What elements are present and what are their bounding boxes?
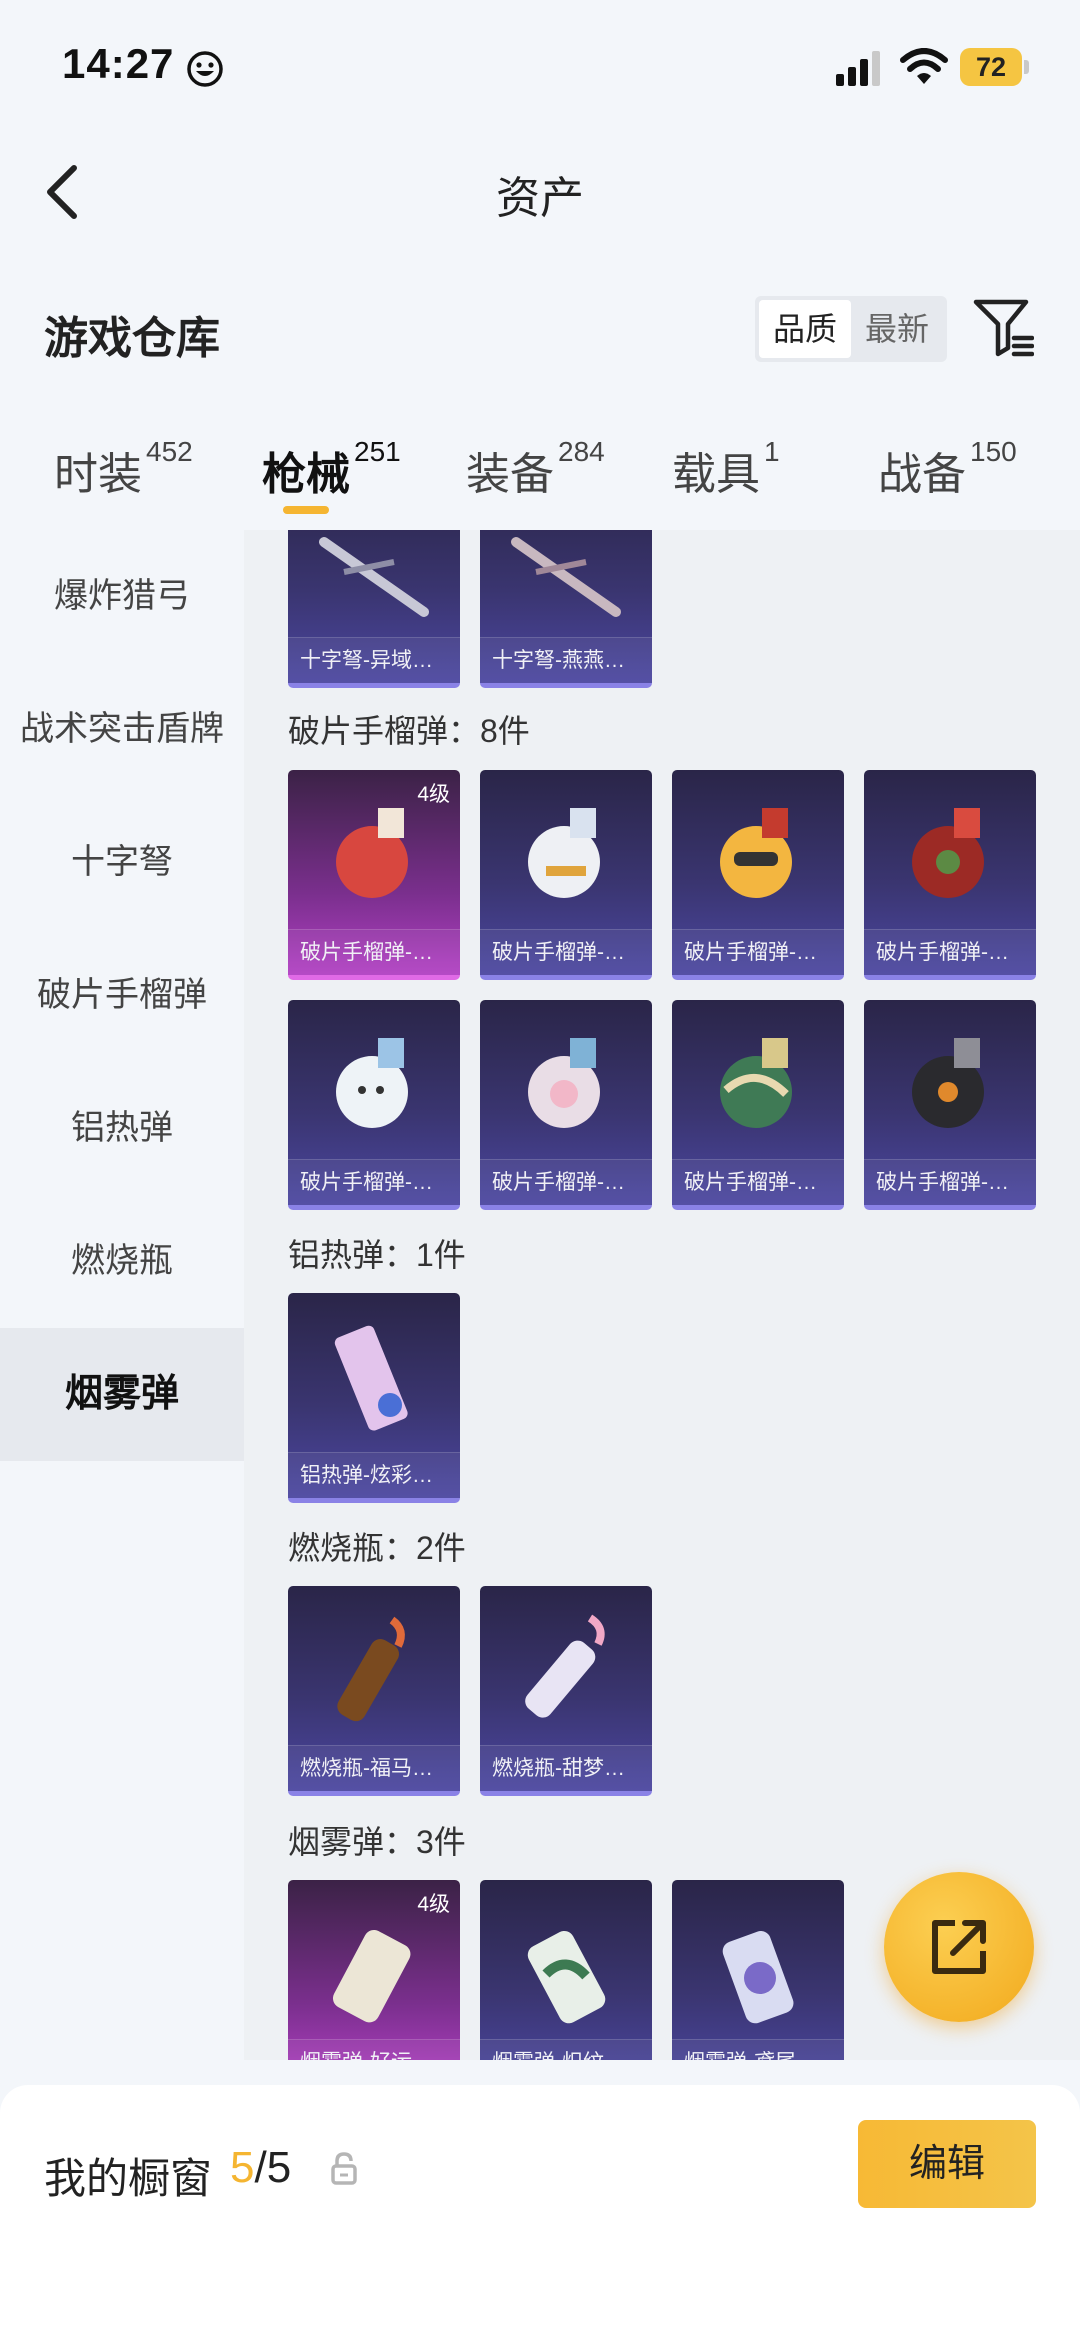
item-label: 破片手榴弹-…: [288, 1159, 460, 1205]
share-icon: [932, 1920, 986, 1974]
tab-vehicles[interactable]: 载具 1: [672, 436, 780, 502]
item-label: 铝热弹-炫彩…: [288, 1452, 460, 1498]
item-label: 破片手榴弹-…: [480, 1159, 652, 1205]
item-label: 破片手榴弹-…: [480, 929, 652, 975]
item-card[interactable]: 铝热弹-炫彩…: [288, 1293, 460, 1503]
group-title-smoke: 烟雾弹：3件: [288, 1824, 466, 1860]
tab-firearms[interactable]: 枪械 251: [262, 436, 401, 502]
item-label: 破片手榴弹-…: [864, 1159, 1036, 1205]
signal-icon: [836, 51, 880, 86]
category-tabs: 时装 452 枪械 251 装备 284 载具 1 战备 150: [0, 420, 1080, 530]
grenade-art-icon: [912, 808, 984, 898]
sidebar-item-crossbow[interactable]: 十字弩: [0, 796, 244, 929]
filter-icon[interactable]: [972, 298, 1034, 358]
item-label: 破片手榴弹-…: [672, 1159, 844, 1205]
sidebar-item-smoke[interactable]: 烟雾弹: [0, 1328, 244, 1461]
sidebar-item-frag[interactable]: 破片手榴弹: [0, 929, 244, 1062]
crossbow-art-icon: [319, 537, 429, 617]
showcase-current: 5: [230, 2143, 255, 2192]
tab-equipment[interactable]: 装备 284: [466, 436, 605, 502]
showcase-label: 我的橱窗: [44, 2155, 213, 2202]
item-card[interactable]: 破片手榴弹-…: [672, 1000, 844, 1210]
grenade-art-icon: [912, 1038, 984, 1128]
item-card[interactable]: 4级 破片手榴弹-…: [288, 770, 460, 980]
item-label: 十字弩-异域…: [288, 637, 460, 683]
wifi-icon: [900, 48, 948, 84]
sort-latest-button[interactable]: 最新: [851, 300, 943, 358]
item-card[interactable]: 烟雾弹-鸢尾…: [672, 1880, 844, 2060]
nav-bar: 资产: [0, 130, 1080, 250]
sidebar-item-molotov[interactable]: 燃烧瓶: [0, 1195, 244, 1328]
item-grid: 十字弩-异域… 十字弩-燕燕… 破片手榴弹：8件 4级 破片手榴弹-… 破片手榴…: [244, 530, 1080, 2060]
sidebar-item-explosive-bow[interactable]: 爆炸猎弓: [0, 530, 244, 663]
group-title-frag: 破片手榴弹：8件: [288, 713, 530, 749]
smoke-art-icon: [527, 1930, 606, 2024]
battery-level: 72: [975, 52, 1007, 82]
thermite-art-icon: [334, 1325, 408, 1431]
edit-button[interactable]: 编辑: [858, 2120, 1036, 2208]
share-button[interactable]: [884, 1872, 1034, 2022]
item-label: 燃烧瓶-福马…: [288, 1745, 460, 1791]
grenade-art-icon: [528, 1038, 600, 1128]
item-card[interactable]: 破片手榴弹-…: [864, 1000, 1036, 1210]
sidebar-item-shield[interactable]: 战术突击盾牌: [0, 663, 244, 796]
item-card[interactable]: 破片手榴弹-…: [480, 1000, 652, 1210]
item-card[interactable]: 燃烧瓶-福马…: [288, 1586, 460, 1796]
smoke-art-icon: [722, 1931, 794, 2024]
item-label: 烟雾弹-炽纹…: [480, 2039, 652, 2060]
showcase-count: 5/5: [230, 2143, 291, 2193]
item-label: 破片手榴弹-…: [288, 929, 460, 975]
item-card[interactable]: 破片手榴弹-…: [672, 770, 844, 980]
item-label: 烟雾弹-鸢尾…: [672, 2039, 844, 2060]
showcase-panel: 我的橱窗 5/5 编辑: [0, 2085, 1080, 2337]
item-label: 烟雾弹-好运…: [288, 2039, 460, 2060]
molotov-art-icon: [337, 1616, 405, 1722]
item-label: 破片手榴弹-…: [864, 929, 1036, 975]
lock-icon: [331, 2152, 357, 2185]
group-title-molotov: 燃烧瓶：2件: [288, 1530, 466, 1566]
sort-toggle: 品质 最新: [755, 296, 947, 362]
item-card[interactable]: 4级 烟雾弹-好运…: [288, 1880, 460, 2060]
showcase-total: /5: [254, 2143, 292, 2192]
sort-quality-button[interactable]: 品质: [759, 300, 851, 358]
battery-indicator: 72: [960, 48, 1030, 86]
smoke-art-icon: [332, 1930, 411, 2023]
section-title: 游戏仓库: [44, 314, 220, 363]
item-label: 十字弩-燕燕…: [480, 637, 652, 683]
item-card[interactable]: 十字弩-异域…: [288, 530, 460, 688]
status-bar: 14:27 72: [0, 0, 1080, 130]
sidebar: 爆炸猎弓 战术突击盾牌 十字弩 破片手榴弹 铝热弹 燃烧瓶 烟雾弹: [0, 530, 244, 2060]
item-card[interactable]: 十字弩-燕燕…: [480, 530, 652, 688]
grenade-art-icon: [336, 1038, 408, 1128]
grenade-art-icon: [720, 1038, 792, 1128]
status-time: 14:27: [62, 40, 175, 87]
grenade-art-icon: [528, 808, 600, 898]
active-tab-indicator: [283, 506, 329, 514]
grenade-art-icon: [336, 808, 408, 898]
item-label: 燃烧瓶-甜梦…: [480, 1745, 652, 1791]
page-title: 资产: [496, 174, 584, 223]
item-card[interactable]: 破片手榴弹-…: [480, 770, 652, 980]
smiley-icon: [187, 51, 223, 87]
group-title-thermite: 铝热弹：1件: [288, 1237, 466, 1273]
item-card[interactable]: 燃烧瓶-甜梦…: [480, 1586, 652, 1796]
sidebar-item-thermite[interactable]: 铝热弹: [0, 1062, 244, 1195]
item-card[interactable]: 破片手榴弹-…: [288, 1000, 460, 1210]
grenade-art-icon: [720, 808, 792, 898]
item-card[interactable]: 烟雾弹-炽纹…: [480, 1880, 652, 2060]
molotov-art-icon: [525, 1614, 605, 1718]
item-card[interactable]: 破片手榴弹-…: [864, 770, 1036, 980]
crossbow-art-icon: [511, 537, 621, 617]
tab-fashion[interactable]: 时装 452: [54, 436, 193, 502]
item-label: 破片手榴弹-…: [672, 929, 844, 975]
tab-tactical[interactable]: 战备 150: [878, 436, 1017, 502]
